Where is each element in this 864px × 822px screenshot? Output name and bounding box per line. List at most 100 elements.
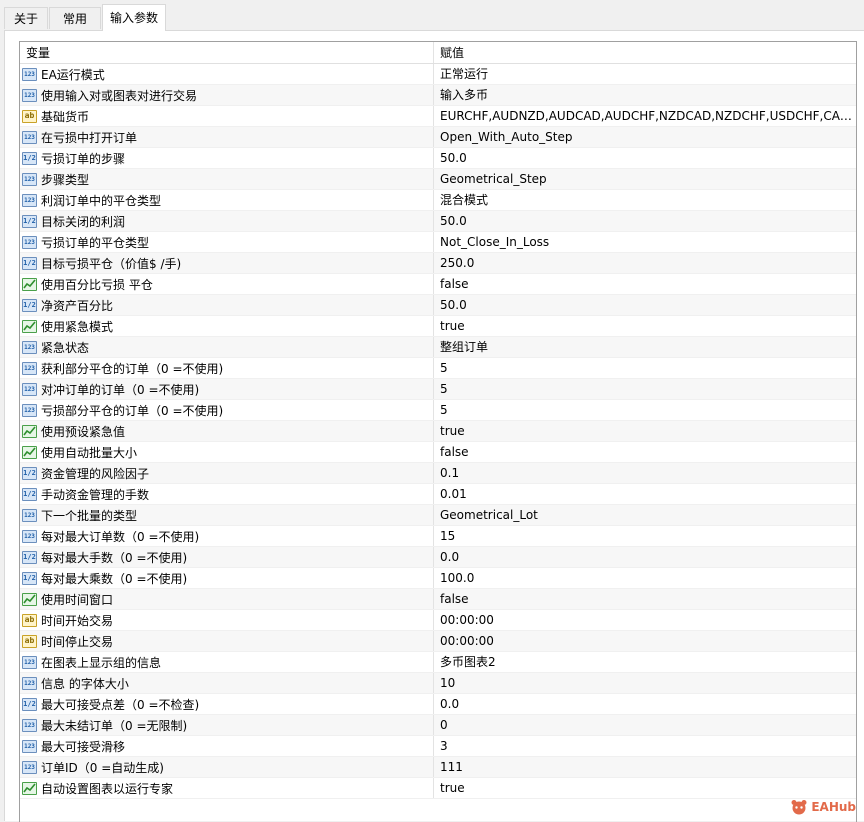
value-cell[interactable]: 50.0	[434, 148, 856, 168]
variable-cell: 1/2 手动资金管理的手数	[20, 484, 434, 504]
table-row[interactable]: 123 步骤类型 Geometrical_Step	[20, 169, 856, 190]
table-row[interactable]: ab 基础货币 EURCHF,AUDNZD,AUDCAD,AUDCHF,NZDCAD…	[20, 106, 856, 127]
table-row[interactable]: 123 下一个批量的类型 Geometrical_Lot	[20, 505, 856, 526]
table-row[interactable]: 123 亏损部分平仓的订单（0 =不使用) 5	[20, 400, 856, 421]
variable-name: 时间开始交易	[41, 613, 114, 628]
value-cell[interactable]: 整组订单	[434, 337, 856, 357]
value-cell[interactable]: 3	[434, 736, 856, 756]
integer-param-icon: 123	[22, 508, 37, 522]
boolean-param-icon	[22, 592, 37, 606]
table-row[interactable]: 123 EA运行模式 正常运行	[20, 64, 856, 85]
variable-cell: 123 获利部分平仓的订单（0 =不使用)	[20, 358, 434, 378]
tab-about[interactable]: 关于	[4, 7, 48, 29]
value-cell[interactable]: Geometrical_Step	[434, 169, 856, 189]
table-row[interactable]: 使用紧急模式 true	[20, 316, 856, 337]
value-cell[interactable]: 10	[434, 673, 856, 693]
double-param-icon: 1/2	[22, 466, 37, 480]
table-row[interactable]: 123 亏损订单的平仓类型 Not_Close_In_Loss	[20, 232, 856, 253]
value-cell[interactable]: true	[434, 778, 856, 798]
value-cell[interactable]: 0	[434, 715, 856, 735]
variable-cell: 自动设置图表以运行专家	[20, 778, 434, 798]
integer-param-icon: 123	[22, 529, 37, 543]
variable-cell: 123 下一个批量的类型	[20, 505, 434, 525]
table-row[interactable]: 123 使用输入对或图表对进行交易 输入多币	[20, 85, 856, 106]
integer-param-icon: 123	[22, 340, 37, 354]
table-row[interactable]: 1/2 最大可接受点差（0 =不检查) 0.0	[20, 694, 856, 715]
value-cell[interactable]: 5	[434, 400, 856, 420]
value-cell[interactable]: 0.0	[434, 694, 856, 714]
table-row[interactable]: 1/2 目标关闭的利润 50.0	[20, 211, 856, 232]
table-row[interactable]: 1/2 净资产百分比 50.0	[20, 295, 856, 316]
table-row[interactable]: 使用时间窗口 false	[20, 589, 856, 610]
value-cell[interactable]: 5	[434, 379, 856, 399]
variable-name: 利润订单中的平仓类型	[41, 193, 162, 208]
value-cell[interactable]: 正常运行	[434, 64, 856, 84]
value-cell[interactable]: 5	[434, 358, 856, 378]
variable-cell: 使用预设紧急值	[20, 421, 434, 441]
table-row[interactable]: 123 对冲订单的订单（0 =不使用) 5	[20, 379, 856, 400]
value-cell[interactable]: 0.0	[434, 547, 856, 567]
value-cell[interactable]: 0.01	[434, 484, 856, 504]
value-cell[interactable]: 0.1	[434, 463, 856, 483]
table-row[interactable]: 1/2 资金管理的风险因子 0.1	[20, 463, 856, 484]
value-cell[interactable]: Open_With_Auto_Step	[434, 127, 856, 147]
table-row[interactable]: 使用预设紧急值 true	[20, 421, 856, 442]
variable-name: 使用自动批量大小	[41, 445, 138, 460]
value-cell[interactable]: false	[434, 442, 856, 462]
value-cell[interactable]: 250.0	[434, 253, 856, 273]
column-header-value[interactable]: 赋值	[434, 42, 856, 63]
table-row[interactable]: 1/2 亏损订单的步骤 50.0	[20, 148, 856, 169]
value-cell[interactable]: 混合模式	[434, 190, 856, 210]
table-row[interactable]: 123 最大可接受滑移 3	[20, 736, 856, 757]
variable-name: 每对最大手数（0 =不使用)	[41, 550, 188, 565]
value-cell[interactable]: 100.0	[434, 568, 856, 588]
value-cell[interactable]: false	[434, 589, 856, 609]
table-row[interactable]: 1/2 目标亏损平仓（价值$ /手) 250.0	[20, 253, 856, 274]
value-cell[interactable]: false	[434, 274, 856, 294]
column-header-variable[interactable]: 变量	[20, 42, 434, 63]
variable-name: 每对最大乘数（0 =不使用)	[41, 571, 188, 586]
value-cell[interactable]: Not_Close_In_Loss	[434, 232, 856, 252]
value-cell[interactable]: true	[434, 421, 856, 441]
table-row[interactable]: 123 信息 的字体大小 10	[20, 673, 856, 694]
table-row[interactable]: 使用百分比亏损 平仓 false	[20, 274, 856, 295]
table-row[interactable]: ab 时间停止交易 00:00:00	[20, 631, 856, 652]
table-row[interactable]: 自动设置图表以运行专家 true	[20, 778, 856, 799]
value-cell[interactable]: 多币图表2	[434, 652, 856, 672]
value-cell[interactable]: true	[434, 316, 856, 336]
value-cell[interactable]: Geometrical_Lot	[434, 505, 856, 525]
eahub-watermark: EAHub	[790, 799, 856, 815]
value-cell[interactable]: 50.0	[434, 211, 856, 231]
table-row[interactable]: 123 利润订单中的平仓类型 混合模式	[20, 190, 856, 211]
boolean-param-icon	[22, 277, 37, 291]
table-row[interactable]: 123 获利部分平仓的订单（0 =不使用) 5	[20, 358, 856, 379]
table-row[interactable]: 123 紧急状态 整组订单	[20, 337, 856, 358]
variable-cell: 使用紧急模式	[20, 316, 434, 336]
integer-param-icon: 123	[22, 676, 37, 690]
table-row[interactable]: 123 最大未结订单（0 =无限制) 0	[20, 715, 856, 736]
tab-input-parameters[interactable]: 输入参数	[102, 4, 166, 31]
value-cell[interactable]: 111	[434, 757, 856, 777]
variable-name: 目标亏损平仓（价值$ /手)	[41, 256, 182, 271]
value-cell[interactable]: 15	[434, 526, 856, 546]
table-row[interactable]: 123 订单ID（0 =自动生成) 111	[20, 757, 856, 778]
variable-cell: 使用百分比亏损 平仓	[20, 274, 434, 294]
variable-name: 使用紧急模式	[41, 319, 114, 334]
table-row[interactable]: 123 在图表上显示组的信息 多币图表2	[20, 652, 856, 673]
value-cell[interactable]: EURCHF,AUDNZD,AUDCAD,AUDCHF,NZDCAD,NZDCH…	[434, 106, 856, 126]
variable-name: 自动设置图表以运行专家	[41, 781, 174, 796]
table-row[interactable]: 1/2 每对最大手数（0 =不使用) 0.0	[20, 547, 856, 568]
value-cell[interactable]: 50.0	[434, 295, 856, 315]
table-row[interactable]: 123 在亏损中打开订单 Open_With_Auto_Step	[20, 127, 856, 148]
value-cell[interactable]: 00:00:00	[434, 631, 856, 651]
table-row[interactable]: ab 时间开始交易 00:00:00	[20, 610, 856, 631]
table-row[interactable]: 123 每对最大订单数（0 =不使用) 15	[20, 526, 856, 547]
table-row[interactable]: 使用自动批量大小 false	[20, 442, 856, 463]
value-cell[interactable]: 00:00:00	[434, 610, 856, 630]
double-param-icon: 1/2	[22, 697, 37, 711]
tab-common[interactable]: 常用	[49, 7, 101, 29]
value-cell[interactable]: 输入多币	[434, 85, 856, 105]
table-row[interactable]: 1/2 手动资金管理的手数 0.01	[20, 484, 856, 505]
table-row[interactable]: 1/2 每对最大乘数（0 =不使用) 100.0	[20, 568, 856, 589]
variable-cell: 123 最大未结订单（0 =无限制)	[20, 715, 434, 735]
